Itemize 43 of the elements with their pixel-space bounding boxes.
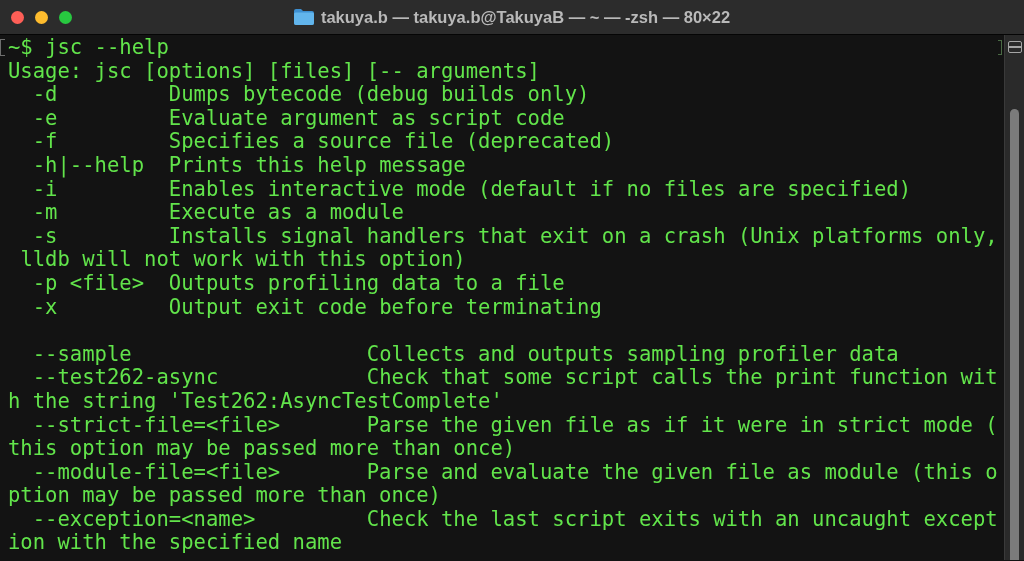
option-name: -d — [32, 82, 58, 107]
option-description: Parse the given file as if it were in strict mode ( — [366, 412, 998, 437]
option-name: --sample — [32, 341, 132, 366]
option-description: Dumps bytecode (debug builds only) — [168, 82, 590, 107]
option-name: --test262-async — [32, 365, 219, 390]
option-description: Prints this help message — [168, 152, 466, 177]
shell-prompt: ~$ — [8, 35, 33, 59]
option-description: Execute as a module — [168, 200, 404, 225]
option-name: -f — [32, 129, 58, 154]
option-name: -e — [32, 105, 58, 130]
option-description: Output exit code before terminating — [168, 294, 602, 319]
option-name: -m — [32, 200, 58, 225]
option-description: Check that some script calls the print function wit — [366, 365, 998, 390]
output-line: this option may be passed more than once) — [8, 436, 516, 461]
output-line: h the string 'Test262:AsyncTestComplete' — [8, 388, 503, 413]
option-description: Check the last script exits with an uncaught except — [366, 506, 998, 531]
option-name: -i — [32, 176, 58, 201]
option-description: Collects and outputs sampling profiler data — [366, 341, 899, 366]
option-description: Specifies a source file (deprecated) — [168, 129, 615, 154]
option-name: -h|--help — [32, 152, 145, 177]
option-name: --strict-file=<file> — [32, 412, 281, 437]
zoom-button[interactable] — [59, 10, 72, 24]
output-line: ption may be passed more than once) — [8, 483, 441, 508]
close-button[interactable] — [11, 10, 24, 24]
option-description: Outputs profiling data to a file — [168, 270, 565, 295]
minimize-button[interactable] — [35, 10, 48, 24]
output-line: lldb will not work with this option) — [20, 247, 466, 272]
option-name: -x — [32, 294, 58, 319]
option-description: Installs signal handlers that exit on a crash (Unix platforms only, — [168, 223, 998, 248]
option-name: -p <file> — [32, 270, 145, 295]
split-pane-icon[interactable] — [1007, 41, 1022, 53]
command-text: jsc --help — [45, 35, 169, 59]
option-name: --module-file=<file> — [32, 459, 281, 484]
option-name: -s — [32, 223, 58, 248]
scroll-thumb[interactable] — [1010, 109, 1019, 560]
option-description: Enables interactive mode (default if no files are specified) — [168, 176, 912, 201]
option-description: Parse and evaluate the given file as module (this o — [366, 459, 998, 484]
output-line: Usage: jsc [options] [files] [-- arguments] — [8, 58, 540, 83]
option-name: --exception=<name> — [32, 506, 256, 531]
folder-icon — [293, 9, 314, 25]
output-line: ion with the specified name — [8, 530, 342, 555]
option-description: Evaluate argument as script code — [168, 105, 565, 130]
window-title: takuya.b — takuya.b@TakuyaB — ~ — -zsh — 80×22 — [320, 6, 731, 28]
